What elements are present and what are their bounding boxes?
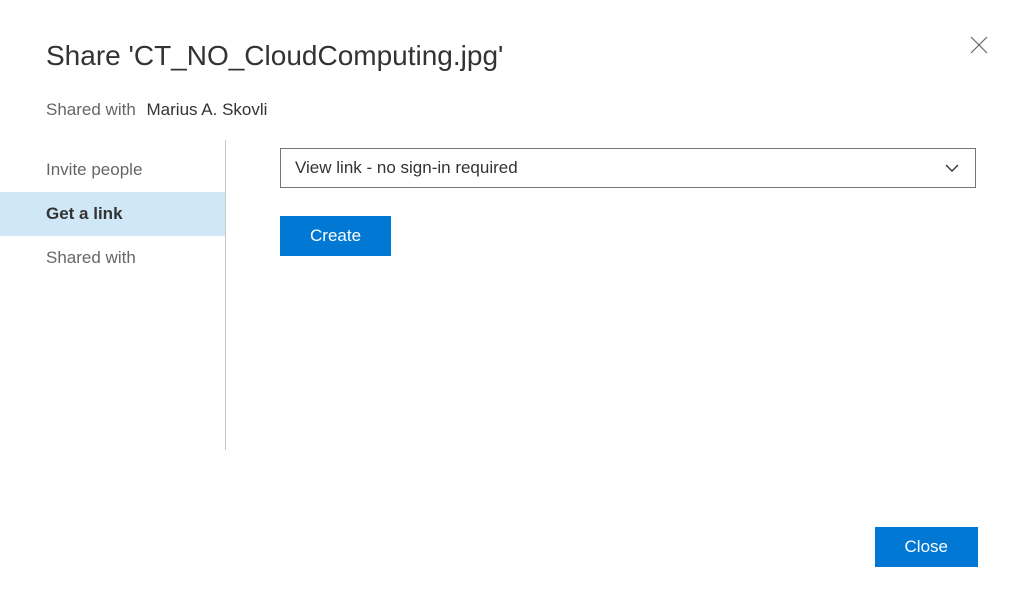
create-button-label: Create: [310, 226, 361, 245]
sidebar-item-invite-people[interactable]: Invite people: [0, 148, 225, 192]
sidebar-item-label: Invite people: [46, 160, 142, 179]
sidebar-item-label: Shared with: [46, 248, 136, 267]
sidebar: Invite people Get a link Shared with: [0, 140, 226, 450]
shared-with-label: Shared with: [46, 100, 136, 119]
create-button[interactable]: Create: [280, 216, 391, 256]
shared-with-row: Shared with Marius A. Skovli: [0, 72, 1024, 120]
close-button-label: Close: [905, 537, 948, 556]
sidebar-item-label: Get a link: [46, 204, 123, 223]
close-icon[interactable]: [964, 30, 994, 60]
link-type-selected-value: View link - no sign-in required: [295, 158, 518, 178]
close-button[interactable]: Close: [875, 527, 978, 567]
link-type-select[interactable]: View link - no sign-in required: [280, 148, 976, 188]
main-panel: View link - no sign-in required Create: [226, 140, 1024, 450]
shared-with-name: Marius A. Skovli: [147, 100, 268, 119]
chevron-down-icon: [943, 159, 961, 177]
sidebar-item-get-a-link[interactable]: Get a link: [0, 192, 225, 236]
sidebar-item-shared-with[interactable]: Shared with: [0, 236, 225, 280]
dialog-title: Share 'CT_NO_CloudComputing.jpg': [0, 0, 1024, 72]
